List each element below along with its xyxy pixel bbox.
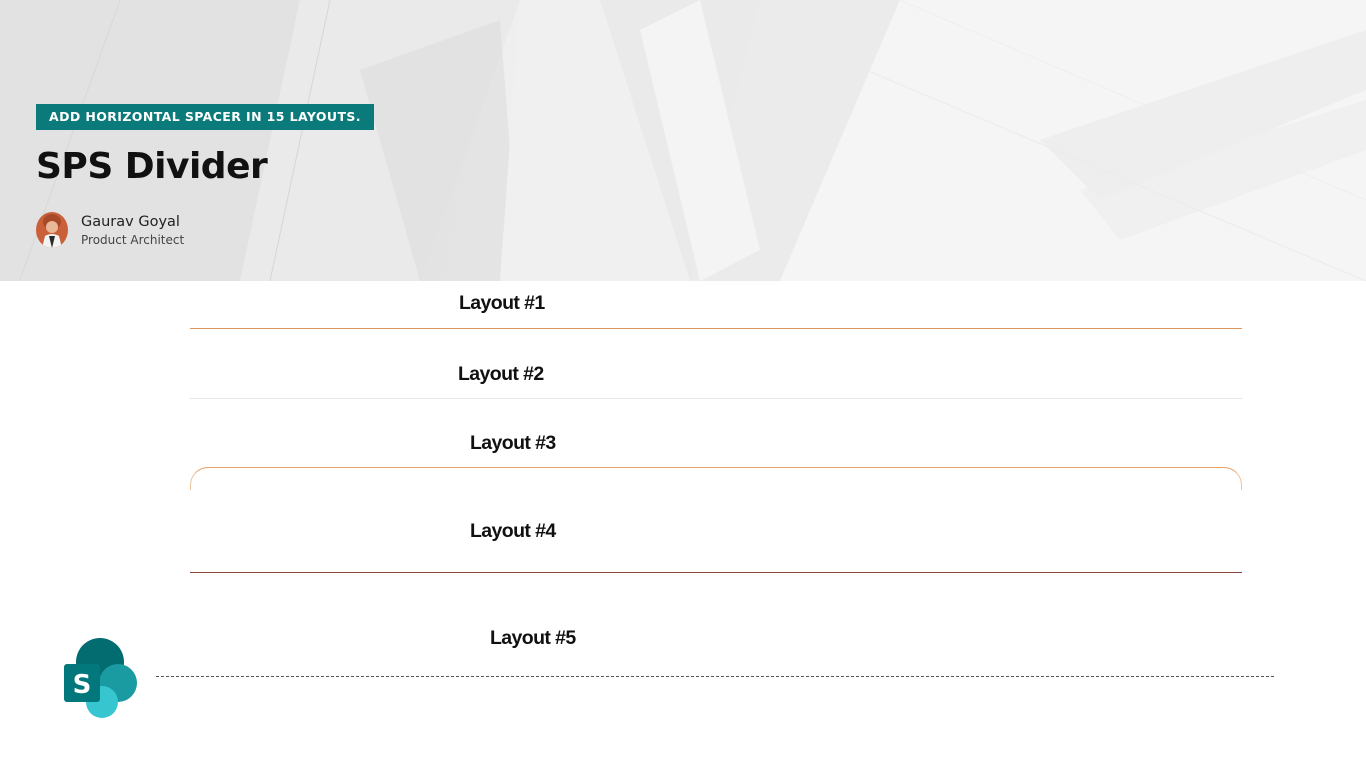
layout-5-divider xyxy=(156,676,1274,677)
layout-2-divider xyxy=(190,398,1242,399)
avatar-photo-icon xyxy=(36,212,68,248)
page-title: SPS Divider xyxy=(36,146,268,187)
sharepoint-logo-letter: S xyxy=(73,670,92,700)
layout-2-title: Layout #2 xyxy=(458,363,544,385)
layout-3-title: Layout #3 xyxy=(470,432,556,454)
page: ADD HORIZONTAL SPACER IN 15 LAYOUTS. SPS… xyxy=(0,0,1366,768)
sharepoint-logo: S xyxy=(62,636,140,727)
hero-tagline-badge: ADD HORIZONTAL SPACER IN 15 LAYOUTS. xyxy=(36,104,374,130)
author-name[interactable]: Gaurav Goyal xyxy=(81,213,180,231)
hero-background-image xyxy=(0,0,1366,281)
sharepoint-logo-icon: S xyxy=(64,638,137,718)
layout-4-title: Layout #4 xyxy=(470,520,556,542)
author-avatar[interactable] xyxy=(36,212,68,248)
layout-4-divider xyxy=(190,572,1242,573)
layout-5-title: Layout #5 xyxy=(490,627,576,649)
layout-1-title: Layout #1 xyxy=(459,292,545,314)
layout-1-divider xyxy=(190,328,1242,329)
layout-3-divider xyxy=(190,467,1242,490)
hero-banner: ADD HORIZONTAL SPACER IN 15 LAYOUTS. SPS… xyxy=(0,0,1366,281)
author-role: Product Architect xyxy=(81,233,185,247)
